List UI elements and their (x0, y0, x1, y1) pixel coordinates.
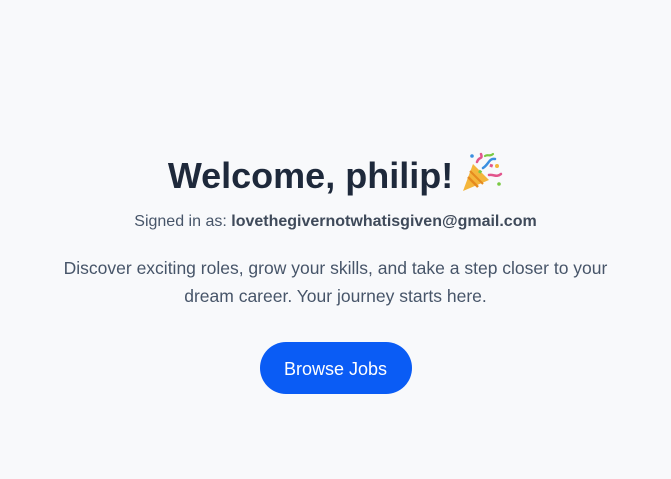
signed-in-label: Signed in as: (134, 213, 227, 230)
tagline-text: Discover exciting roles, grow your skill… (63, 258, 608, 306)
welcome-section: Welcome, philip! Signed in as: lovethegi (0, 150, 671, 394)
browse-jobs-button[interactable]: Browse Jobs (259, 342, 412, 394)
user-email: lovethegivernotwhatisgiven@gmail.com (231, 213, 537, 230)
page: Welcome, philip! Signed in as: lovethegi (0, 0, 671, 479)
signed-in-line: Signed in as: lovethegivernotwhatisgiven… (0, 212, 671, 232)
welcome-heading: Welcome, philip! (0, 150, 671, 198)
welcome-heading-text: Welcome, philip! (167, 155, 454, 196)
party-popper-icon (463, 152, 503, 191)
